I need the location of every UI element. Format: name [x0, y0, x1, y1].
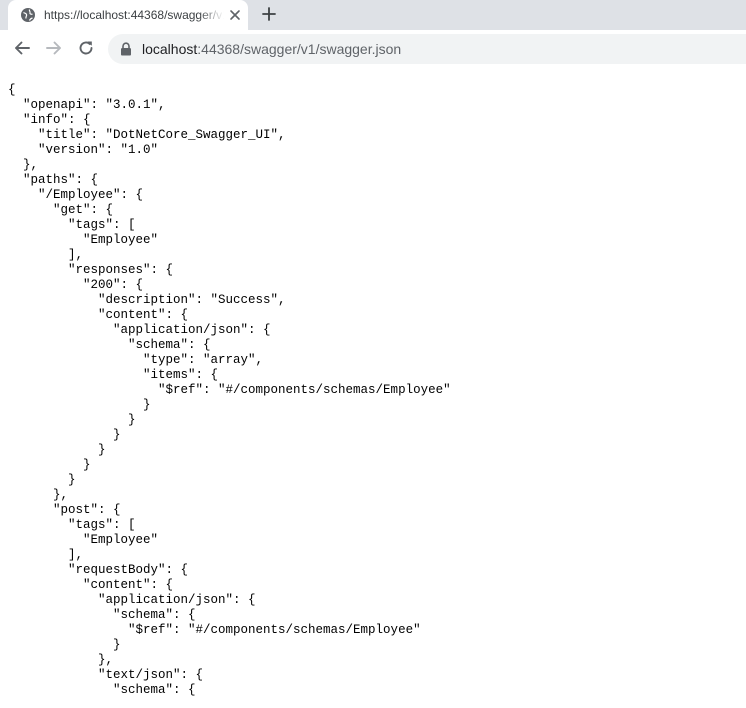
url-host: localhost [142, 41, 198, 57]
json-line: "post": { [8, 503, 121, 517]
json-line: ], [8, 548, 84, 562]
json-line: "tags": [ [8, 218, 136, 232]
json-line: }, [8, 488, 69, 502]
json-line: } [8, 443, 106, 457]
json-line: "version": "1.0" [8, 143, 159, 157]
back-button[interactable] [10, 38, 34, 62]
json-document: { "openapi": "3.0.1", "info": { "title":… [8, 83, 746, 708]
json-line: "tags": [ [8, 518, 136, 532]
forward-button[interactable] [42, 38, 66, 62]
json-line: "requestBody": { [8, 563, 189, 577]
json-line: "text/json": { [8, 668, 204, 682]
json-line: "openapi": "3.0.1", [8, 98, 166, 112]
json-line: "$ref": "#/components/schemas/Employee" [8, 383, 451, 397]
json-line: ], [8, 248, 84, 262]
json-line: "200": { [8, 278, 144, 292]
url-text[interactable]: localhost:44368/swagger/v1/swagger.json [142, 41, 401, 57]
json-line: } [8, 473, 76, 487]
json-line: "content": { [8, 578, 174, 592]
json-line: "$ref": "#/components/schemas/Employee" [8, 623, 421, 637]
json-line: "schema": { [8, 608, 196, 622]
browser-tab[interactable]: https://localhost:44368/swagger/v1/swagg… [8, 0, 248, 30]
json-line: } [8, 638, 121, 652]
reload-icon [77, 39, 95, 62]
json-line: "responses": { [8, 263, 174, 277]
json-line: "description": "Success", [8, 293, 286, 307]
url-path: :44368/swagger/v1/swagger.json [197, 41, 402, 57]
json-line: } [8, 458, 91, 472]
tab-strip: https://localhost:44368/swagger/v1/swagg… [0, 0, 746, 30]
lock-icon[interactable] [120, 42, 132, 56]
json-line: "info": { [8, 113, 91, 127]
json-line: "Employee" [8, 233, 159, 247]
json-line: } [8, 428, 121, 442]
new-tab-button[interactable] [258, 5, 280, 27]
json-line: "schema": { [8, 683, 196, 697]
json-line: } [8, 398, 151, 412]
browser-toolbar: localhost:44368/swagger/v1/swagger.json [0, 30, 746, 68]
json-line: { [8, 83, 16, 97]
close-icon[interactable] [228, 8, 242, 22]
json-line: "Employee" [8, 533, 159, 547]
json-line: }, [8, 653, 114, 667]
json-line: "schema": { [8, 338, 211, 352]
json-line: "application/json": { [8, 593, 256, 607]
json-line: "application/json": { [8, 323, 271, 337]
globe-icon [20, 7, 36, 23]
plus-icon [261, 6, 277, 27]
json-line: "content": { [8, 308, 189, 322]
address-bar[interactable]: localhost:44368/swagger/v1/swagger.json [108, 34, 746, 64]
json-line: } [8, 413, 136, 427]
json-line: "items": { [8, 368, 219, 382]
json-line: "type": "array", [8, 353, 264, 367]
json-line: "paths": { [8, 173, 99, 187]
arrow-right-icon [45, 39, 63, 62]
json-line: }, [8, 158, 39, 172]
json-line: "/Employee": { [8, 188, 144, 202]
json-line: "get": { [8, 203, 114, 217]
tab-title: https://localhost:44368/swagger/v1/swagg… [44, 8, 224, 22]
reload-button[interactable] [74, 38, 98, 62]
arrow-left-icon [13, 39, 31, 62]
json-line: "title": "DotNetCore_Swagger_UI", [8, 128, 286, 142]
